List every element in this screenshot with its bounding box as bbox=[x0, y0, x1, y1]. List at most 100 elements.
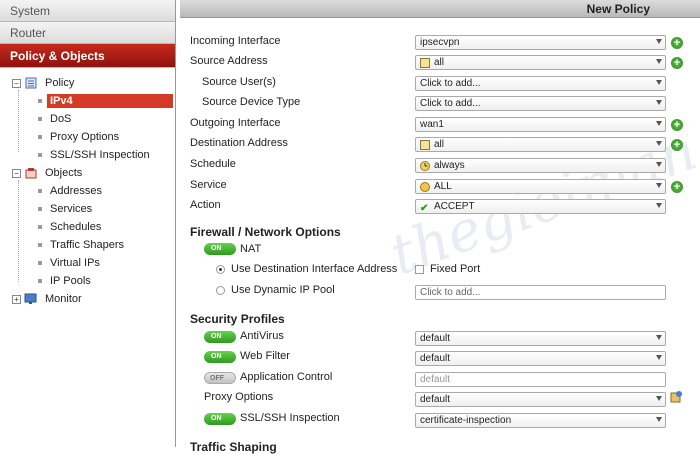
nav-policy-objects[interactable]: Policy & Objects bbox=[0, 44, 175, 68]
select-value: certificate-inspection bbox=[420, 415, 512, 426]
tree-label: DoS bbox=[50, 113, 72, 125]
tree-item-ip-pools[interactable]: IP Pools bbox=[0, 272, 175, 290]
fixed-port-label: Fixed Port bbox=[430, 263, 481, 275]
dropdown-caret-icon bbox=[656, 203, 662, 208]
web-filter-select[interactable]: default bbox=[415, 351, 666, 366]
select-value: ipsecvpn bbox=[420, 37, 460, 48]
add-icon[interactable]: + bbox=[671, 57, 683, 69]
tree-item-services[interactable]: Services bbox=[0, 200, 175, 218]
bullet-icon bbox=[38, 99, 42, 103]
app-control-select[interactable]: default bbox=[415, 372, 666, 387]
tree-item-ipv4[interactable]: IPv4 bbox=[0, 92, 175, 110]
tree-policy[interactable]: − Policy bbox=[0, 74, 175, 92]
schedule-label: Schedule bbox=[190, 158, 236, 170]
tree-item-ssl-ssh[interactable]: SSL/SSH Inspection bbox=[0, 146, 175, 164]
check-icon: ✔ bbox=[420, 202, 429, 214]
collapse-icon[interactable]: − bbox=[12, 78, 21, 88]
dropdown-caret-icon bbox=[656, 141, 662, 146]
dynamic-pool-radio[interactable] bbox=[216, 286, 225, 295]
web-filter-label: Web Filter bbox=[240, 350, 290, 362]
collapse-icon[interactable]: − bbox=[12, 168, 21, 178]
dropdown-caret-icon bbox=[656, 183, 662, 188]
address-icon bbox=[420, 139, 430, 150]
add-icon[interactable]: + bbox=[671, 37, 683, 49]
schedule-icon bbox=[420, 160, 430, 171]
bullet-icon bbox=[38, 207, 42, 211]
dropdown-caret-icon bbox=[656, 396, 662, 401]
page-title: New Policy bbox=[180, 0, 700, 18]
ssl-ssh-select[interactable]: certificate-inspection bbox=[415, 413, 666, 428]
add-icon[interactable]: + bbox=[671, 181, 683, 193]
expand-icon[interactable]: + bbox=[12, 294, 21, 304]
tree-monitor[interactable]: + Monitor bbox=[0, 290, 175, 308]
ip-pool-input[interactable]: Click to add... bbox=[415, 285, 666, 300]
select-value: wan1 bbox=[420, 119, 444, 130]
dest-iface-radio[interactable] bbox=[216, 265, 225, 274]
action-select[interactable]: ✔ ACCEPT bbox=[415, 199, 666, 214]
tree-item-proxy-options[interactable]: Proxy Options bbox=[0, 128, 175, 146]
tree-label: Addresses bbox=[50, 185, 102, 197]
action-label: Action bbox=[190, 199, 221, 211]
select-value: default bbox=[420, 353, 451, 364]
tree-label: Services bbox=[50, 203, 93, 215]
tree-item-addresses[interactable]: Addresses bbox=[0, 182, 175, 200]
outgoing-interface-select[interactable]: wan1 bbox=[415, 117, 666, 132]
antivirus-toggle[interactable]: ON bbox=[204, 331, 236, 343]
tree-item-schedules[interactable]: Schedules bbox=[0, 218, 175, 236]
tree-label: SSL/SSH Inspection bbox=[50, 149, 150, 161]
source-users-select[interactable]: Click to add... bbox=[415, 76, 666, 91]
select-value: all bbox=[434, 139, 445, 150]
destination-address-select[interactable]: all bbox=[415, 137, 666, 152]
bullet-icon bbox=[38, 189, 42, 193]
add-icon[interactable]: + bbox=[671, 139, 683, 151]
source-address-label: Source Address bbox=[190, 55, 268, 67]
select-value: ACCEPT bbox=[434, 201, 475, 212]
app-control-toggle[interactable]: OFF bbox=[204, 372, 236, 384]
objects-icon bbox=[24, 167, 37, 180]
web-filter-toggle[interactable]: ON bbox=[204, 351, 236, 363]
add-icon[interactable]: + bbox=[671, 119, 683, 131]
bullet-icon bbox=[38, 135, 42, 139]
select-value: all bbox=[434, 57, 445, 68]
dropdown-caret-icon bbox=[656, 80, 662, 85]
service-icon bbox=[420, 181, 430, 192]
fixed-port-checkbox[interactable] bbox=[415, 265, 424, 274]
select-value: ALL bbox=[434, 181, 452, 192]
tree-item-dos[interactable]: DoS bbox=[0, 110, 175, 128]
service-select[interactable]: ALL bbox=[415, 179, 666, 194]
dropdown-caret-icon bbox=[656, 39, 662, 44]
outgoing-interface-label: Outgoing Interface bbox=[190, 117, 281, 129]
select-value: default bbox=[420, 333, 451, 344]
incoming-interface-label: Incoming Interface bbox=[190, 35, 281, 47]
bullet-icon bbox=[38, 279, 42, 283]
proxy-options-select[interactable]: default bbox=[415, 392, 666, 407]
service-label: Service bbox=[190, 179, 227, 191]
dropdown-caret-icon bbox=[656, 59, 662, 64]
policy-icon bbox=[24, 77, 37, 90]
ssl-ssh-toggle[interactable]: ON bbox=[204, 413, 236, 425]
source-users-label: Source User(s) bbox=[202, 76, 276, 88]
bullet-icon bbox=[38, 153, 42, 157]
tree-item-traffic-shapers[interactable]: Traffic Shapers bbox=[0, 236, 175, 254]
schedule-select[interactable]: always bbox=[415, 158, 666, 173]
antivirus-select[interactable]: default bbox=[415, 331, 666, 346]
tree-label: Virtual IPs bbox=[50, 257, 100, 269]
dropdown-caret-icon bbox=[656, 417, 662, 422]
tree-item-virtual-ips[interactable]: Virtual IPs bbox=[0, 254, 175, 272]
incoming-interface-select[interactable]: ipsecvpn bbox=[415, 35, 666, 50]
select-value: Click to add... bbox=[420, 98, 481, 109]
source-device-type-select[interactable]: Click to add... bbox=[415, 96, 666, 111]
source-address-select[interactable]: all bbox=[415, 55, 666, 70]
tree-label: Objects bbox=[45, 167, 83, 179]
nav-tree: − Policy IPv4 DoS Proxy Options SSL/SSH … bbox=[0, 68, 175, 308]
nav-router[interactable]: Router bbox=[0, 22, 175, 44]
edit-profile-icon[interactable] bbox=[670, 390, 683, 403]
bullet-icon bbox=[38, 261, 42, 265]
destination-address-label: Destination Address bbox=[190, 137, 288, 149]
source-device-type-label: Source Device Type bbox=[202, 96, 301, 108]
tree-objects[interactable]: − Objects bbox=[0, 164, 175, 182]
nat-toggle[interactable]: ON bbox=[204, 243, 236, 255]
nav-system[interactable]: System bbox=[0, 0, 175, 22]
tree-line bbox=[18, 180, 19, 282]
select-value: Click to add... bbox=[420, 78, 481, 89]
